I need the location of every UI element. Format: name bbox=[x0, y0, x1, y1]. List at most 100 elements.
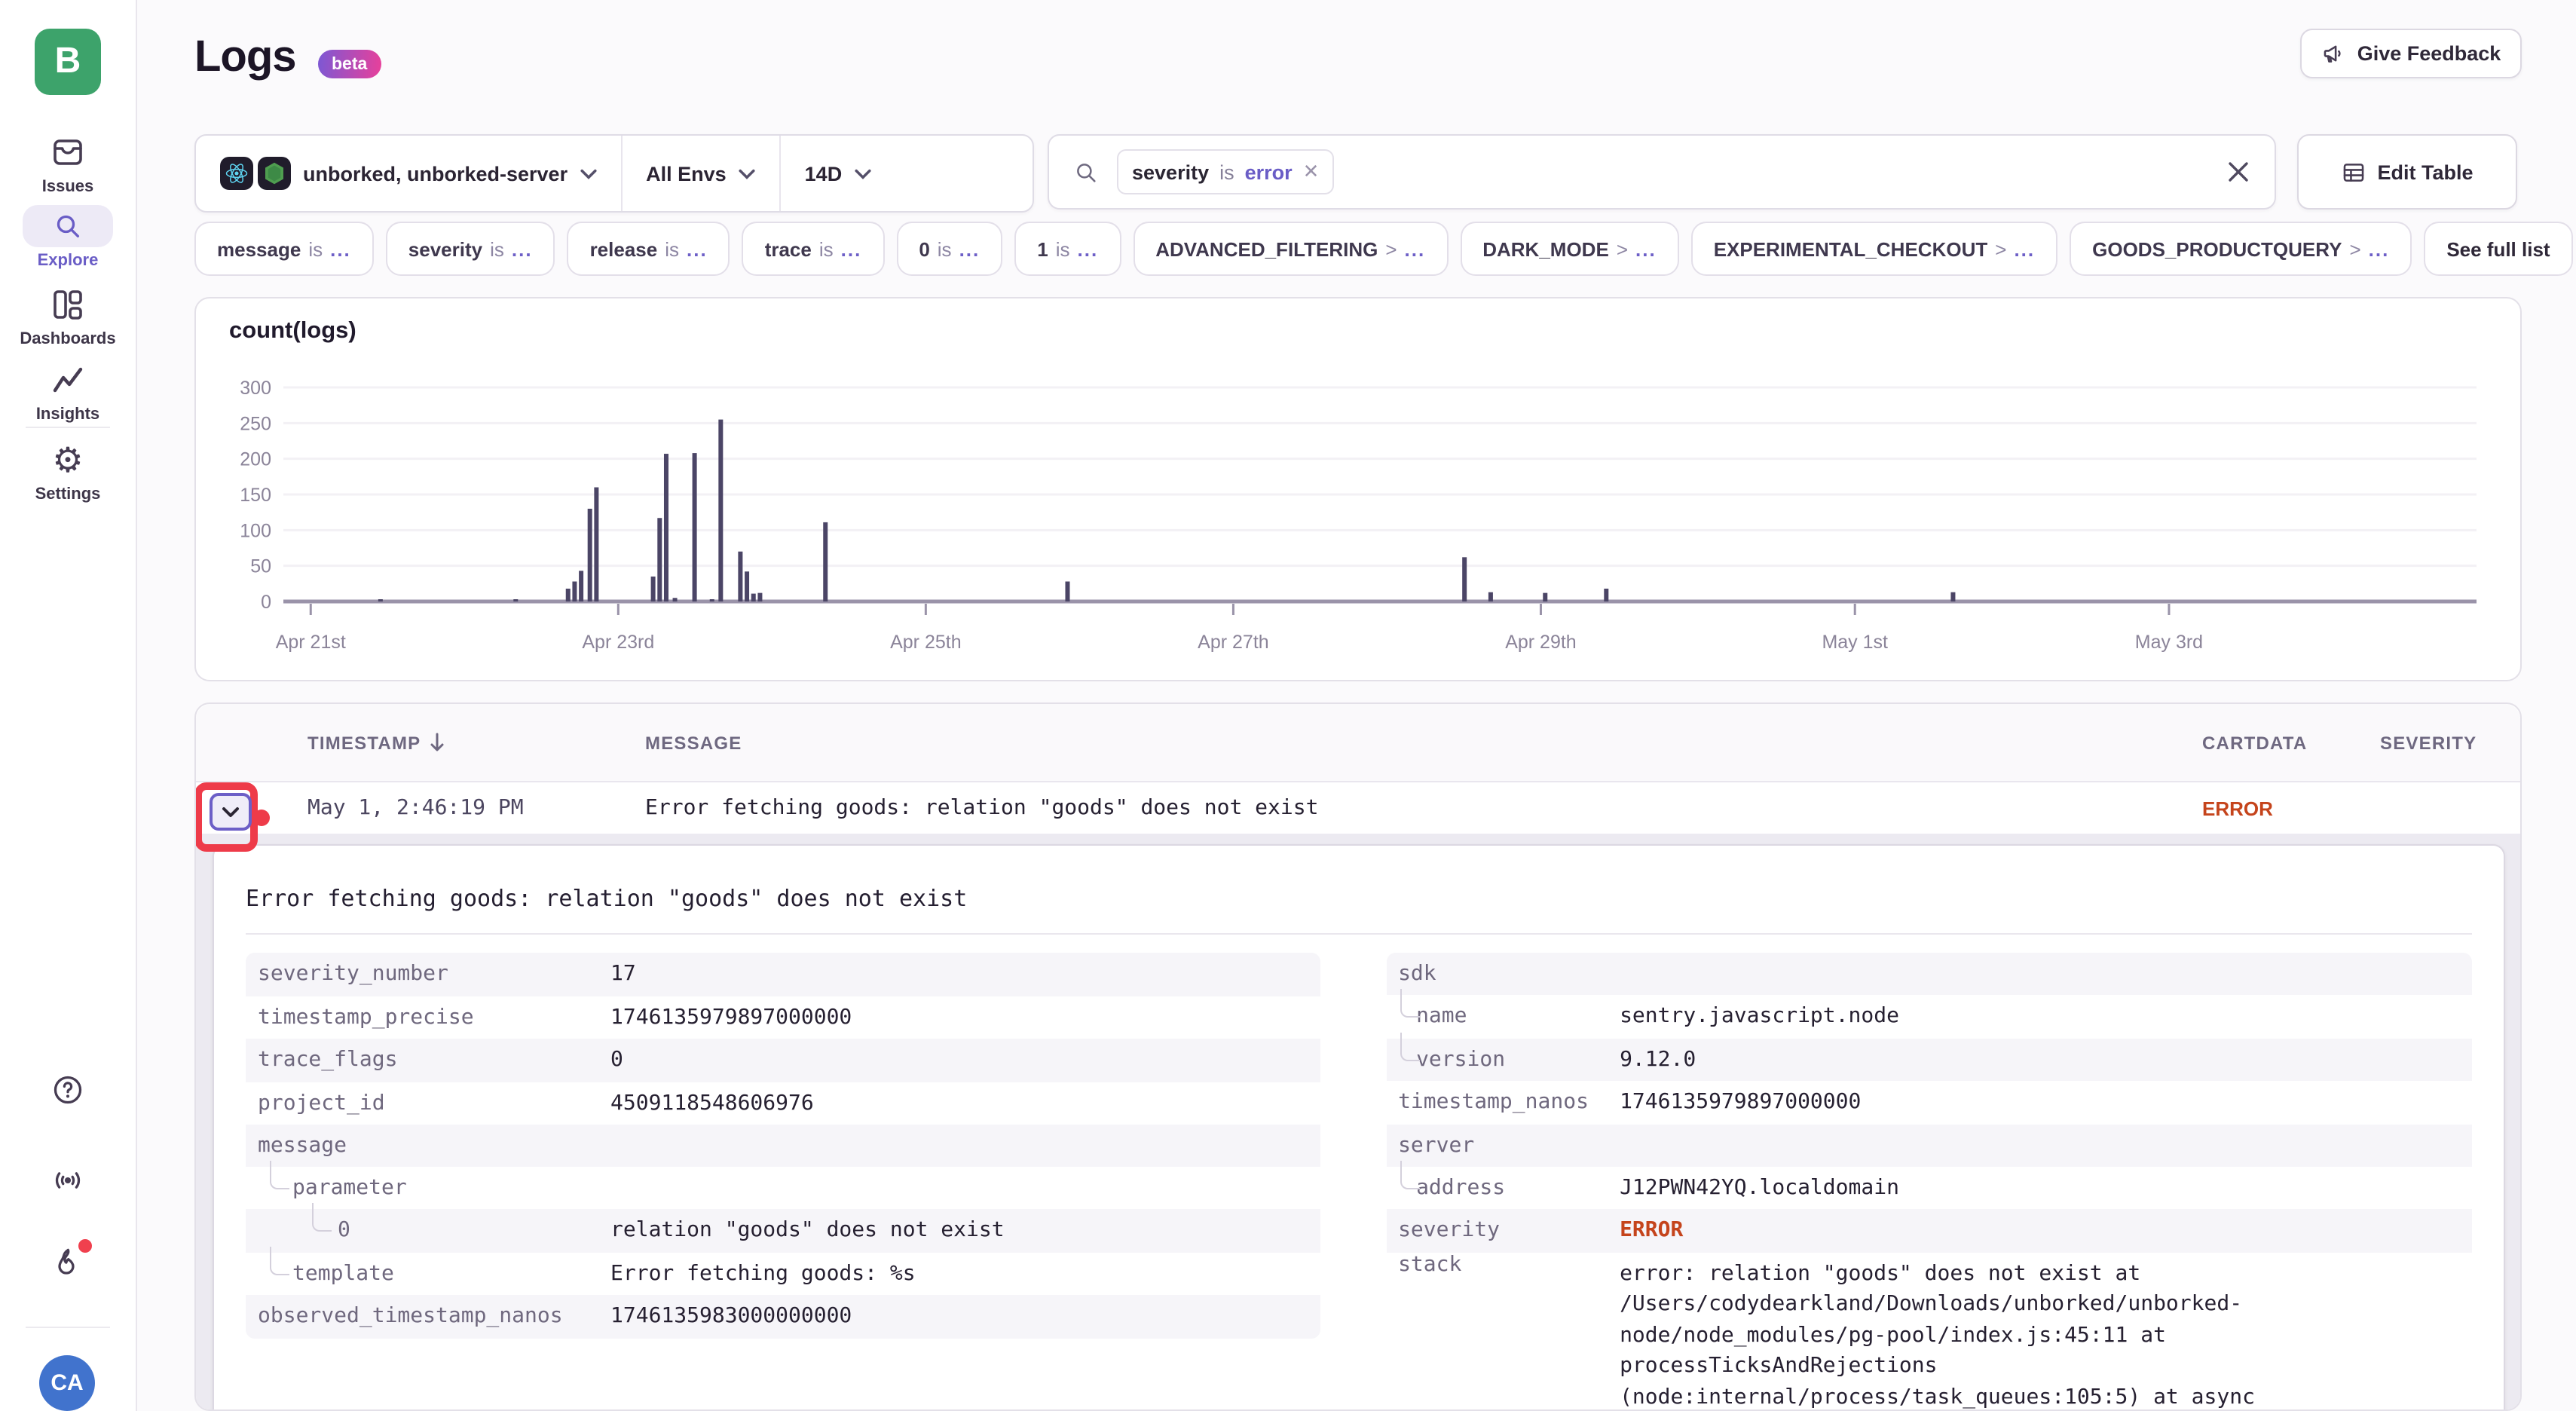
tree-connector bbox=[312, 1203, 332, 1232]
edit-table-button[interactable]: Edit Table bbox=[2297, 134, 2517, 210]
tree-connector bbox=[1400, 1032, 1419, 1061]
svg-text:Apr 21st: Apr 21st bbox=[276, 632, 346, 653]
token-key: severity bbox=[1132, 161, 1209, 183]
detail-row-version: version9.12.0 bbox=[1386, 1038, 2472, 1081]
chevron-down-icon bbox=[854, 168, 870, 179]
search-icon bbox=[23, 205, 113, 247]
chevron-down-icon bbox=[739, 168, 755, 179]
filter-chip-message[interactable]: messageis... bbox=[194, 222, 374, 276]
detail-row-name: namesentry.javascript.node bbox=[1386, 995, 2472, 1038]
svg-text:Apr 23rd: Apr 23rd bbox=[582, 632, 654, 653]
detail-key: timestamp_nanos bbox=[1386, 1091, 1620, 1115]
detail-value: ERROR bbox=[1620, 1209, 1683, 1252]
beta-badge: beta bbox=[318, 50, 381, 78]
project-platform-icons bbox=[220, 157, 291, 190]
detail-row-observed_timestamp_nanos: observed_timestamp_nanos1746135983000000… bbox=[246, 1295, 1320, 1338]
detail-value: 9.12.0 bbox=[1620, 1038, 1696, 1081]
dashboards-icon bbox=[23, 283, 113, 326]
token-value: error bbox=[1245, 161, 1293, 183]
project-selector-label: unborked, unborked-server bbox=[303, 162, 568, 185]
help-icon[interactable] bbox=[51, 1073, 84, 1106]
page-filter-bar: unborked, unborked-server All Envs 14D bbox=[194, 134, 1034, 213]
log-row[interactable]: May 1, 2:46:19 PM Error fetching goods: … bbox=[196, 782, 2520, 835]
detail-key: parameter bbox=[246, 1176, 610, 1200]
filter-chip-DARK_MODE[interactable]: DARK_MODE>... bbox=[1460, 222, 1678, 276]
edit-table-label: Edit Table bbox=[2377, 161, 2473, 183]
svg-text:Apr 27th: Apr 27th bbox=[1198, 632, 1269, 653]
detail-row-severity_number: severity_number17 bbox=[246, 953, 1320, 996]
broadcast-icon[interactable] bbox=[51, 1164, 84, 1197]
react-platform-icon bbox=[220, 157, 253, 190]
annotation-red-dot bbox=[253, 810, 270, 826]
date-range-selector[interactable]: 14D bbox=[781, 136, 895, 211]
filter-chip-release[interactable]: releaseis... bbox=[568, 222, 730, 276]
svg-text:0: 0 bbox=[261, 592, 271, 613]
filter-chips: messageis...severityis...releaseis...tra… bbox=[194, 222, 2573, 276]
filter-chip-trace[interactable]: traceis... bbox=[742, 222, 885, 276]
org-logo[interactable]: B bbox=[35, 29, 101, 95]
column-header-cartdata[interactable]: CARTDATA bbox=[2202, 732, 2380, 753]
sidebar-item-issues[interactable]: Issues bbox=[0, 131, 136, 196]
detail-value: error: relation "goods" does not exist a… bbox=[1620, 1252, 2271, 1411]
app-root: B Issues Explore Dashboards Insights bbox=[0, 0, 2576, 1411]
detail-key: severity_number bbox=[246, 963, 610, 987]
logs-table-header: TIMESTAMP MESSAGE CARTDATA SEVERITY bbox=[196, 704, 2520, 782]
node-platform-icon bbox=[258, 157, 291, 190]
avatar-initials: CA bbox=[50, 1370, 83, 1396]
expand-cell bbox=[196, 782, 307, 834]
environment-selector[interactable]: All Envs bbox=[622, 136, 779, 211]
detail-row-template: templateError fetching goods: %s bbox=[246, 1252, 1320, 1295]
chevron-down-icon bbox=[222, 806, 240, 818]
log-search-input[interactable]: severity is error ✕ bbox=[1048, 134, 2276, 210]
search-clear-button[interactable] bbox=[2226, 160, 2250, 184]
notification-dot bbox=[78, 1239, 92, 1253]
detail-key: version bbox=[1386, 1048, 1620, 1072]
detail-value: 17 bbox=[610, 953, 636, 996]
sidebar-divider bbox=[26, 1327, 110, 1328]
token-remove-icon[interactable]: ✕ bbox=[1303, 160, 1320, 184]
svg-text:250: 250 bbox=[240, 413, 271, 434]
svg-text:Apr 25th: Apr 25th bbox=[890, 632, 962, 653]
svg-text:May 1st: May 1st bbox=[1822, 632, 1888, 653]
detail-value: 1746135979897000000 bbox=[1620, 1081, 1861, 1124]
detail-value: 0 bbox=[610, 1039, 623, 1082]
detail-row-message: message bbox=[246, 1125, 1320, 1167]
detail-row-severity: severityERROR bbox=[1386, 1209, 2472, 1252]
filter-chip-severity[interactable]: severityis... bbox=[386, 222, 555, 276]
detail-row-parameter: parameter bbox=[246, 1167, 1320, 1209]
gear-icon: ⚙ bbox=[23, 439, 113, 481]
sidebar-item-settings[interactable]: ⚙ Settings bbox=[0, 439, 136, 503]
detail-table-left: severity_number17timestamp_precise174613… bbox=[246, 953, 1320, 1338]
detail-value: relation "goods" does not exist bbox=[610, 1209, 1005, 1252]
detail-row-0: 0relation "goods" does not exist bbox=[246, 1209, 1320, 1252]
tree-connector bbox=[1400, 989, 1419, 1018]
give-feedback-button[interactable]: Give Feedback bbox=[2300, 29, 2522, 78]
tree-connector bbox=[270, 1246, 289, 1275]
user-avatar[interactable]: CA bbox=[39, 1355, 95, 1411]
search-filter-token[interactable]: severity is error ✕ bbox=[1117, 149, 1334, 194]
see-full-list-chip[interactable]: See full list bbox=[2424, 222, 2572, 276]
log-detail-expanded-region: Error fetching goods: relation "goods" d… bbox=[196, 834, 2522, 1411]
filter-chip-GOODS_PRODUCTQUERY[interactable]: GOODS_PRODUCTQUERY>... bbox=[2070, 222, 2412, 276]
sidebar-item-dashboards[interactable]: Dashboards bbox=[0, 283, 136, 348]
detail-value: 4509118548606976 bbox=[610, 1082, 814, 1125]
filter-chip-1[interactable]: 1is... bbox=[1014, 222, 1121, 276]
log-timestamp: May 1, 2:46:19 PM bbox=[307, 796, 645, 820]
filter-chip-ADVANCED_FILTERING[interactable]: ADVANCED_FILTERING>... bbox=[1133, 222, 1448, 276]
sidebar-item-insights[interactable]: Insights bbox=[0, 359, 136, 424]
sidebar-item-label: Insights bbox=[36, 406, 99, 424]
page-title: Logs bbox=[194, 33, 296, 83]
log-detail-card: Error fetching goods: relation "goods" d… bbox=[213, 844, 2505, 1411]
column-header-message[interactable]: MESSAGE bbox=[645, 732, 2202, 753]
sidebar-item-explore[interactable]: Explore bbox=[0, 205, 136, 270]
filter-chip-EXPERIMENTAL_CHECKOUT[interactable]: EXPERIMENTAL_CHECKOUT>... bbox=[1691, 222, 2057, 276]
org-logo-letter: B bbox=[55, 41, 81, 83]
filter-chip-0[interactable]: 0is... bbox=[896, 222, 1002, 276]
project-selector[interactable]: unborked, unborked-server bbox=[196, 136, 620, 211]
expand-row-button[interactable] bbox=[210, 793, 252, 831]
column-header-timestamp[interactable]: TIMESTAMP bbox=[307, 732, 645, 753]
detail-row-timestamp_precise: timestamp_precise1746135979897000000 bbox=[246, 996, 1320, 1039]
detail-key: observed_timestamp_nanos bbox=[246, 1305, 610, 1329]
column-header-severity[interactable]: SEVERITY bbox=[2380, 732, 2520, 753]
environment-selector-label: All Envs bbox=[646, 162, 727, 185]
